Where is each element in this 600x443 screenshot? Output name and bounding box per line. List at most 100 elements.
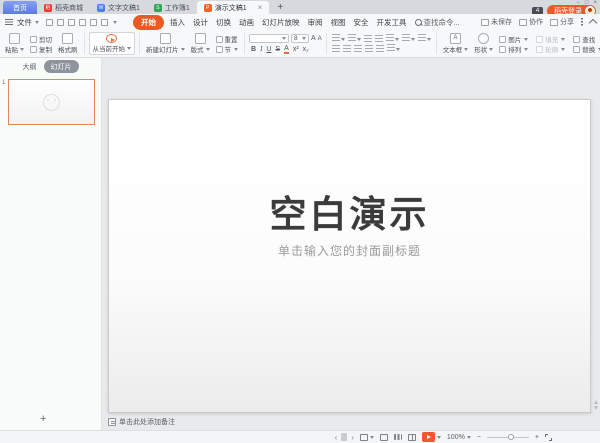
- indent-increase-icon[interactable]: [375, 35, 383, 42]
- menu-home[interactable]: 开始: [133, 15, 164, 30]
- indent-decrease-icon[interactable]: [364, 35, 372, 42]
- add-slide-button[interactable]: +: [40, 414, 46, 424]
- strikethrough-button[interactable]: S: [275, 46, 280, 53]
- section-button[interactable]: 节: [214, 44, 241, 54]
- slide-title[interactable]: 空白演示: [109, 184, 590, 238]
- file-menu[interactable]: 文件: [17, 17, 39, 28]
- menu-devtools[interactable]: 开发工具: [373, 17, 411, 28]
- increase-font-button[interactable]: A: [311, 35, 316, 42]
- replace-button[interactable]: 替换: [571, 44, 600, 54]
- close-window-button[interactable]: ×: [593, 0, 597, 6]
- slide-thumbnail[interactable]: [8, 79, 95, 125]
- export-icon[interactable]: [57, 19, 64, 26]
- scroll-down-icon[interactable]: [594, 406, 598, 410]
- paragraph-settings-button[interactable]: [387, 44, 400, 53]
- bold-button[interactable]: B: [251, 46, 256, 53]
- subscript-button[interactable]: x₂: [303, 46, 309, 53]
- find-button[interactable]: 查找: [571, 34, 600, 44]
- picture-button[interactable]: 图片: [497, 34, 530, 44]
- tab-presentation-active[interactable]: P 演示文稿1 ×: [197, 1, 270, 14]
- tab-outline[interactable]: 大纲: [23, 62, 37, 72]
- superscript-button[interactable]: x²: [293, 46, 299, 53]
- italic-button[interactable]: I: [260, 45, 262, 53]
- paste-button[interactable]: 粘贴: [2, 32, 27, 55]
- align-right-icon[interactable]: [354, 45, 362, 52]
- more-options-icon[interactable]: [581, 18, 583, 26]
- line-spacing-button[interactable]: [402, 34, 415, 43]
- reading-view-icon[interactable]: [408, 434, 416, 441]
- font-color-button[interactable]: A: [284, 45, 289, 53]
- reset-button[interactable]: 重置: [214, 34, 241, 44]
- slide-thumbnail-item[interactable]: 1: [8, 79, 95, 125]
- decrease-font-button[interactable]: A: [318, 36, 322, 42]
- normal-view-icon[interactable]: [380, 434, 388, 441]
- menu-view[interactable]: 视图: [327, 17, 350, 28]
- tab-slides[interactable]: 幻灯片: [44, 60, 79, 73]
- slide-layout-button[interactable]: 版式: [188, 32, 213, 55]
- editing-canvas[interactable]: 空白演示 单击输入您的封面副标题 单击此处添加备注: [102, 58, 600, 430]
- tab-home[interactable]: 首页: [3, 1, 37, 14]
- copy-button[interactable]: 复制: [28, 44, 54, 54]
- slide-sorter-view-icon[interactable]: [394, 434, 402, 440]
- redo-icon[interactable]: [101, 19, 108, 26]
- zoom-out-button[interactable]: −: [477, 434, 481, 441]
- text-box-button[interactable]: 文本框: [440, 32, 472, 55]
- menu-design[interactable]: 设计: [189, 17, 212, 28]
- cut-button[interactable]: 剪切: [28, 34, 54, 44]
- collaborate-button[interactable]: 协作: [519, 17, 543, 27]
- slide-subtitle-placeholder[interactable]: 单击输入您的封面副标题: [109, 242, 590, 259]
- distribute-icon[interactable]: [376, 45, 384, 52]
- maximize-button[interactable]: □: [585, 0, 589, 6]
- next-slide-button[interactable]: ›: [351, 433, 354, 442]
- underline-button[interactable]: U: [266, 46, 271, 53]
- share-button[interactable]: 分享: [550, 17, 574, 27]
- notes-toggle-button[interactable]: [360, 434, 374, 441]
- align-center-icon[interactable]: [343, 45, 351, 52]
- arrange-button[interactable]: 排列: [497, 44, 530, 54]
- collapse-ribbon-icon[interactable]: [589, 19, 597, 27]
- save-icon[interactable]: [46, 19, 53, 26]
- new-slide-button[interactable]: 新建幻灯片: [143, 32, 188, 55]
- quick-access-caret-icon[interactable]: [113, 21, 117, 24]
- print-icon[interactable]: [68, 19, 75, 26]
- tab-docer-mall[interactable]: 稻 稻壳商城: [37, 1, 90, 14]
- outline-button[interactable]: 轮廓: [534, 44, 567, 54]
- columns-button[interactable]: [418, 34, 431, 43]
- zoom-slider[interactable]: [487, 437, 529, 438]
- fill-button[interactable]: 填充: [534, 34, 567, 44]
- preview-icon[interactable]: [79, 19, 86, 26]
- zoom-level-control[interactable]: 100%: [447, 434, 471, 441]
- bullets-button[interactable]: [332, 34, 345, 43]
- main-menu-icon[interactable]: [5, 19, 13, 25]
- text-direction-button[interactable]: [386, 34, 399, 43]
- menu-review[interactable]: 审阅: [304, 17, 327, 28]
- tab-writer-document[interactable]: W 文字文稿1: [90, 1, 147, 14]
- font-size-select[interactable]: 8: [291, 34, 309, 43]
- zoom-slider-knob[interactable]: [508, 434, 514, 440]
- slideshow-play-button[interactable]: [422, 432, 441, 442]
- vertical-scrollbar[interactable]: [594, 400, 598, 410]
- notes-bar[interactable]: 单击此处添加备注: [108, 415, 175, 429]
- unsaved-status[interactable]: 未保存: [481, 17, 512, 27]
- close-tab-icon[interactable]: ×: [258, 4, 263, 12]
- align-justify-icon[interactable]: [365, 45, 373, 52]
- align-left-icon[interactable]: [332, 45, 340, 52]
- menu-security[interactable]: 安全: [350, 17, 373, 28]
- previous-slide-button[interactable]: ‹: [335, 433, 338, 442]
- numbering-button[interactable]: [348, 34, 361, 43]
- scroll-up-icon[interactable]: [594, 400, 598, 404]
- find-command-search[interactable]: 查找命令...: [415, 17, 460, 28]
- menu-slideshow[interactable]: 幻灯片放映: [258, 17, 304, 28]
- format-painter-button[interactable]: 格式刷: [55, 32, 81, 55]
- minimize-button[interactable]: −: [576, 0, 580, 6]
- fit-slide-icon[interactable]: [545, 434, 552, 441]
- new-tab-button[interactable]: +: [269, 2, 291, 14]
- tab-spreadsheet[interactable]: S 工作簿1: [147, 1, 197, 14]
- menu-animations[interactable]: 动画: [235, 17, 258, 28]
- zoom-in-button[interactable]: +: [535, 434, 539, 441]
- undo-icon[interactable]: [90, 19, 97, 26]
- shapes-button[interactable]: 形状: [471, 32, 496, 55]
- font-family-select[interactable]: [249, 34, 289, 43]
- play-from-current-button[interactable]: 从当前开始: [89, 32, 136, 55]
- menu-transitions[interactable]: 切换: [212, 17, 235, 28]
